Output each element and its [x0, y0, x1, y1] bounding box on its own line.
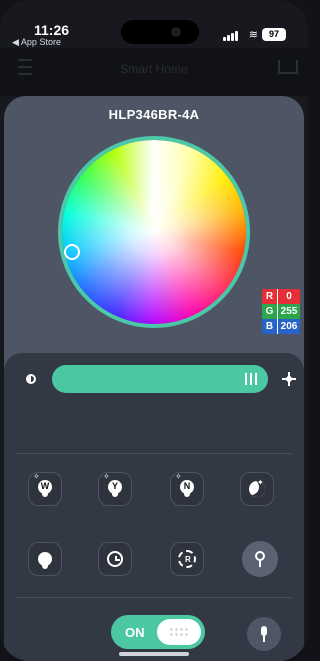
section-divider [16, 453, 292, 454]
brightness-slider[interactable] [52, 365, 268, 393]
battery-indicator: 97 [262, 28, 286, 41]
microphone-button[interactable] [247, 617, 281, 651]
rgb-blue-label: B [262, 319, 277, 334]
refresh-icon: R [178, 550, 196, 568]
bulb-button[interactable] [28, 542, 62, 576]
phone-screen: 11:26 ◀ App Store ≋ 97 Smart Home HLP346… [0, 0, 308, 661]
home-indicator [119, 652, 189, 656]
power-toggle-knob[interactable] [157, 619, 201, 645]
rhythm-button[interactable]: R [170, 542, 204, 576]
bulb-icon [38, 552, 52, 569]
rgb-red-value: 0 [277, 289, 300, 304]
white-bulb-button[interactable]: ✧ W [28, 472, 62, 506]
color-wheel[interactable] [58, 136, 250, 328]
section-divider [16, 597, 292, 598]
dim-icon [26, 374, 36, 384]
bluetooth-voice-button[interactable] [242, 541, 278, 577]
power-toggle[interactable]: ON [111, 615, 205, 649]
timer-button[interactable] [98, 542, 132, 576]
rgb-green-row: G 255 [262, 304, 300, 319]
brightness-icon [282, 372, 296, 386]
bluetooth-icon [253, 551, 267, 567]
neutral-bulb-icon: ✧ N [175, 473, 194, 498]
dynamic-island [121, 20, 199, 44]
wifi-icon: ≋ [248, 29, 258, 41]
color-picker-handle[interactable] [64, 244, 80, 260]
app-title: Smart Home [120, 62, 188, 76]
yellow-bulb-button[interactable]: ✧ Y [98, 472, 132, 506]
rgb-values: R 0 G 255 B 206 [262, 289, 300, 334]
device-name: HLP346BR-4A [108, 107, 200, 122]
rgb-green-value: 255 [277, 304, 300, 319]
brightness-slider-handle[interactable] [245, 373, 257, 385]
rgb-red-label: R [262, 289, 277, 304]
alarm-clock-icon [107, 551, 123, 567]
rgb-blue-value: 206 [277, 319, 300, 334]
status-bar: 11:26 ◀ App Store ≋ 97 [0, 0, 308, 48]
moon-icon: ✦ [249, 478, 265, 497]
yellow-bulb-icon: ✧ Y [103, 473, 122, 498]
microphone-icon [259, 626, 269, 642]
rgb-blue-row: B 206 [262, 319, 300, 334]
white-bulb-icon: ✧ W [33, 473, 52, 498]
neutral-bulb-button[interactable]: ✧ N [170, 472, 204, 506]
power-toggle-label: ON [125, 625, 145, 640]
home-icon[interactable] [278, 60, 298, 74]
rgb-green-label: G [262, 304, 277, 319]
camera-icon [171, 27, 181, 37]
rgb-red-row: R 0 [262, 289, 300, 304]
back-to-app-store[interactable]: ◀ App Store [12, 37, 61, 48]
signal-icon [223, 31, 239, 41]
night-mode-button[interactable]: ✦ [240, 472, 274, 506]
color-wheel-highlight [62, 140, 246, 324]
status-time: 11:26 [34, 22, 70, 38]
